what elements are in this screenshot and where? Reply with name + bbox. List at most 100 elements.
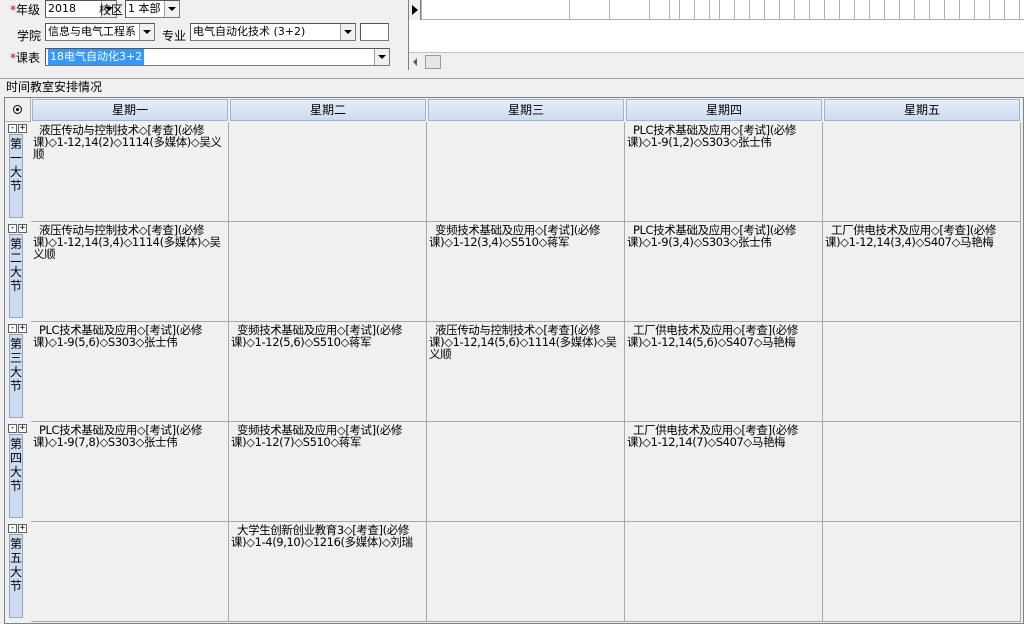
grade-value: 2018 — [48, 2, 76, 15]
campus-label: 校区 — [99, 3, 124, 17]
mini-grid-column-divider — [649, 0, 650, 20]
collapse-icon[interactable]: - — [8, 324, 17, 333]
college-select[interactable]: 信息与电气工程系 — [45, 23, 155, 41]
mini-grid-column-divider — [989, 0, 990, 20]
horizontal-scrollbar[interactable] — [409, 52, 1024, 70]
course-cell[interactable] — [823, 422, 1021, 522]
college-value: 信息与电气工程系 — [48, 25, 136, 38]
mini-grid[interactable] — [408, 0, 1024, 70]
course-cell[interactable]: 液压传动与控制技术◇[考查](必修课)◇1-12,14(5,6)◇1114(多媒… — [427, 322, 625, 422]
collapse-icon[interactable]: - — [8, 524, 17, 533]
campus-select[interactable]: 1 本部 — [125, 0, 180, 18]
campus-value: 1 本部 — [128, 2, 161, 15]
period-header: - + 第二大节 — [5, 222, 31, 322]
mini-grid-column-divider — [974, 0, 975, 20]
chevron-down-icon[interactable] — [374, 49, 389, 65]
course-cell[interactable] — [427, 122, 625, 222]
collapse-icon[interactable]: - — [8, 124, 17, 133]
mini-grid-column-divider — [669, 0, 670, 20]
schedule-value: 18电气自动化3+2 — [48, 49, 145, 65]
mini-grid-column-divider — [944, 0, 945, 20]
course-cell[interactable]: PLC技术基础及应用◇[考试](必修课)◇1-9(1,2)◇S303◇张士伟 — [625, 122, 823, 222]
mini-grid-row[interactable] — [409, 0, 1024, 20]
period-header: - + 第三大节 — [5, 322, 31, 422]
timetable-grid[interactable]: 星期一 星期二 星期三 星期四 星期五 - + 第一大节 液压传动与控制技术◇[考查](必修课)… — [4, 97, 1024, 624]
course-cell[interactable] — [229, 222, 427, 322]
expand-icon[interactable]: + — [18, 124, 27, 133]
day-header[interactable]: 星期二 — [230, 99, 426, 121]
course-cell[interactable] — [823, 522, 1021, 622]
mini-grid-column-divider — [824, 0, 825, 20]
college-label: 学院 — [17, 29, 42, 43]
course-cell[interactable] — [823, 122, 1021, 222]
extra-input[interactable] — [360, 23, 389, 41]
course-cell[interactable]: PLC技术基础及应用◇[考试](必修课)◇1-9(3,4)◇S303◇张士伟 — [625, 222, 823, 322]
mini-grid-column-divider — [764, 0, 765, 20]
course-cell[interactable] — [31, 522, 229, 622]
mini-grid-column-divider — [749, 0, 750, 20]
course-cell[interactable]: PLC技术基础及应用◇[考试](必修课)◇1-9(5,6)◇S303◇张士伟 — [31, 322, 229, 422]
mini-grid-column-divider — [679, 0, 680, 20]
mini-grid-column-divider — [929, 0, 930, 20]
mini-grid-column-divider — [1004, 0, 1005, 20]
chevron-down-icon[interactable] — [139, 24, 154, 40]
chevron-down-icon[interactable] — [340, 24, 355, 40]
course-cell[interactable] — [823, 322, 1021, 422]
course-cell[interactable]: PLC技术基础及应用◇[考试](必修课)◇1-9(7,8)◇S303◇张士伟 — [31, 422, 229, 522]
course-cell[interactable]: 大学生创新创业教育3◇[考查](必修课)◇1-4(9,10)◇1216(多媒体)… — [229, 522, 427, 622]
major-select[interactable]: 电气自动化技术 (3+2) — [190, 23, 356, 41]
section-title: 时间教室安排情况 — [0, 78, 1024, 94]
mini-grid-column-divider — [709, 0, 710, 20]
course-cell[interactable] — [229, 122, 427, 222]
collapse-icon[interactable]: - — [8, 424, 17, 433]
mini-grid-column-divider — [839, 0, 840, 20]
scroll-left-icon[interactable] — [413, 58, 417, 66]
mini-grid-column-divider — [569, 0, 570, 20]
major-label: 专业 — [162, 29, 187, 43]
course-cell[interactable]: 液压传动与控制技术◇[考查](必修课)◇1-12,14(2)◇1114(多媒体)… — [31, 122, 229, 222]
period-header: - + 第五大节 — [5, 522, 31, 622]
expand-icon[interactable]: + — [18, 524, 27, 533]
expand-icon[interactable]: + — [18, 224, 27, 233]
scroll-thumb[interactable] — [425, 55, 441, 69]
schedule-select[interactable]: 18电气自动化3+2 — [45, 48, 390, 66]
period-header: - + 第四大节 — [5, 422, 31, 522]
mini-grid-column-divider — [609, 0, 610, 20]
course-cell[interactable]: 工厂供电技术及应用◇[考查](必修课)◇1-12,14(5,6)◇S407◇马艳… — [625, 322, 823, 422]
period-label: 第二大节 — [9, 234, 23, 318]
course-cell[interactable]: 变频技术基础及应用◇[考试](必修课)◇1-12(7)◇S510◇蒋军 — [229, 422, 427, 522]
expand-icon[interactable]: + — [18, 324, 27, 333]
row-indicator-icon — [409, 0, 421, 20]
mini-grid-column-divider — [869, 0, 870, 20]
chevron-down-icon[interactable] — [164, 1, 179, 17]
mini-grid-column-divider — [914, 0, 915, 20]
course-cell[interactable] — [427, 422, 625, 522]
mini-grid-column-divider — [809, 0, 810, 20]
mini-grid-column-divider — [779, 0, 780, 20]
mini-grid-column-divider — [899, 0, 900, 20]
select-all-icon[interactable] — [5, 98, 31, 122]
mini-grid-column-divider — [959, 0, 960, 20]
day-header[interactable]: 星期四 — [626, 99, 822, 121]
course-cell[interactable]: 工厂供电技术及应用◇[考查](必修课)◇1-12,14(3,4)◇S407◇马艳… — [823, 222, 1021, 322]
mini-grid-column-divider — [421, 0, 422, 20]
course-cell[interactable] — [427, 522, 625, 622]
period-label: 第五大节 — [9, 534, 23, 618]
schedule-label: *课表 — [10, 51, 41, 65]
day-header[interactable]: 星期三 — [428, 99, 624, 121]
period-label: 第三大节 — [9, 334, 23, 418]
mini-grid-column-divider — [884, 0, 885, 20]
day-header[interactable]: 星期一 — [32, 99, 228, 121]
mini-grid-column-divider — [719, 0, 720, 20]
period-label: 第一大节 — [9, 134, 23, 218]
major-value: 电气自动化技术 (3+2) — [193, 25, 306, 38]
day-header[interactable]: 星期五 — [824, 99, 1020, 121]
course-cell[interactable]: 液压传动与控制技术◇[考查](必修课)◇1-12,14(3,4)◇1114(多媒… — [31, 222, 229, 322]
course-cell[interactable] — [625, 522, 823, 622]
course-cell[interactable]: 变频技术基础及应用◇[考试](必修课)◇1-12(3,4)◇S510◇蒋军 — [427, 222, 625, 322]
course-cell[interactable]: 变频技术基础及应用◇[考试](必修课)◇1-12(5,6)◇S510◇蒋军 — [229, 322, 427, 422]
expand-icon[interactable]: + — [18, 424, 27, 433]
mini-grid-column-divider — [734, 0, 735, 20]
course-cell[interactable]: 工厂供电技术及应用◇[考查](必修课)◇1-12,14(7)◇S407◇马艳梅 — [625, 422, 823, 522]
collapse-icon[interactable]: - — [8, 224, 17, 233]
